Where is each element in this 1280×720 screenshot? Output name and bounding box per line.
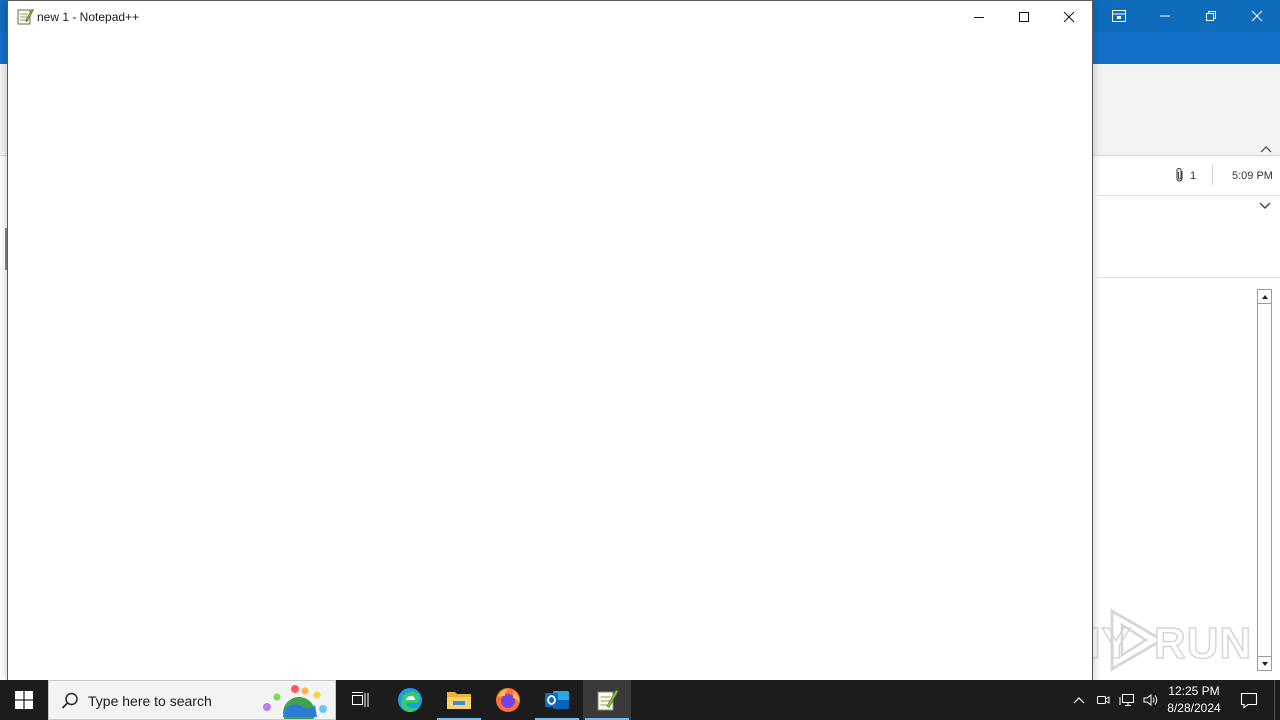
task-view-icon bbox=[352, 692, 369, 707]
header-separator bbox=[1212, 165, 1213, 185]
clock-time: 12:25 PM bbox=[1168, 684, 1220, 698]
network-icon bbox=[1119, 694, 1134, 706]
outlook-icon bbox=[545, 691, 569, 709]
search-placeholder: Type here to search bbox=[88, 693, 212, 709]
chevron-up-icon bbox=[1073, 697, 1085, 704]
notepad-minimize-button[interactable] bbox=[956, 1, 1002, 32]
minimize-icon bbox=[1160, 15, 1170, 17]
taskbar: Type here to search 12:25 PM 8/28/2024 bbox=[0, 680, 1280, 720]
close-icon bbox=[1251, 10, 1263, 22]
meet-now-tray-button[interactable] bbox=[1092, 680, 1114, 720]
scroll-down-button[interactable] bbox=[1258, 656, 1271, 670]
restore-icon bbox=[1206, 11, 1216, 21]
watermark-text-right: RUN bbox=[1153, 618, 1253, 669]
edge-taskbar-button[interactable] bbox=[386, 680, 434, 720]
scroll-up-button[interactable] bbox=[1258, 290, 1271, 304]
arrow-up-icon bbox=[1261, 294, 1268, 299]
outlook-minimize-button[interactable] bbox=[1142, 0, 1188, 32]
show-desktop-button[interactable] bbox=[1274, 680, 1280, 720]
notepad-plus-plus-icon bbox=[597, 689, 619, 711]
arrow-down-icon bbox=[1261, 661, 1268, 666]
search-icon bbox=[61, 692, 78, 709]
meet-now-icon bbox=[1097, 696, 1110, 704]
firefox-icon bbox=[496, 688, 520, 712]
chevron-down-icon[interactable] bbox=[1258, 200, 1272, 212]
search-highlight-art bbox=[263, 685, 327, 719]
folder-icon bbox=[447, 692, 471, 709]
paperclip-icon bbox=[1176, 167, 1183, 182]
show-hidden-icons-button[interactable] bbox=[1068, 680, 1090, 720]
notepad-plus-plus-icon bbox=[17, 8, 34, 25]
firefox-taskbar-button[interactable] bbox=[484, 680, 532, 720]
edge-icon bbox=[398, 688, 422, 712]
received-time: 5:09 PM bbox=[1232, 170, 1273, 182]
maximize-icon bbox=[1019, 11, 1029, 22]
taskbar-search-box[interactable]: Type here to search bbox=[48, 680, 336, 720]
attachment-count: 1 bbox=[1190, 170, 1197, 182]
header-divider bbox=[1097, 277, 1280, 278]
notepad-plus-plus-window[interactable]: new 1 - Notepad++ bbox=[7, 0, 1093, 681]
speaker-icon bbox=[1143, 694, 1158, 706]
ribbon-display-options-button[interactable] bbox=[1096, 0, 1142, 32]
outlook-restore-button[interactable] bbox=[1188, 0, 1234, 32]
window-title: new 1 - Notepad++ bbox=[37, 10, 140, 24]
task-view-button[interactable] bbox=[336, 680, 384, 720]
ribbon-display-icon bbox=[1112, 10, 1126, 22]
windows-logo-icon bbox=[15, 691, 33, 709]
minimize-icon bbox=[974, 16, 984, 18]
reading-pane-scrollbar[interactable] bbox=[1257, 289, 1272, 671]
notepad-maximize-button[interactable] bbox=[1001, 1, 1047, 32]
clock-date: 8/28/2024 bbox=[1167, 701, 1221, 715]
start-button[interactable] bbox=[0, 680, 48, 720]
notepad-titlebar[interactable]: new 1 - Notepad++ bbox=[8, 1, 1092, 32]
notification-icon bbox=[1240, 692, 1258, 709]
file-explorer-taskbar-button[interactable] bbox=[435, 680, 483, 720]
editor-area[interactable] bbox=[8, 32, 1092, 680]
notepad-plus-plus-taskbar-button[interactable] bbox=[583, 680, 631, 720]
outlook-taskbar-button[interactable] bbox=[533, 680, 581, 720]
taskbar-clock[interactable]: 12:25 PM 8/28/2024 bbox=[1158, 683, 1230, 717]
notepad-close-button[interactable] bbox=[1046, 1, 1092, 32]
close-icon bbox=[1063, 11, 1075, 22]
action-center-button[interactable] bbox=[1234, 680, 1264, 720]
network-tray-button[interactable] bbox=[1116, 680, 1138, 720]
outlook-close-button[interactable] bbox=[1234, 0, 1280, 32]
collapse-ribbon-icon[interactable] bbox=[1258, 142, 1274, 156]
